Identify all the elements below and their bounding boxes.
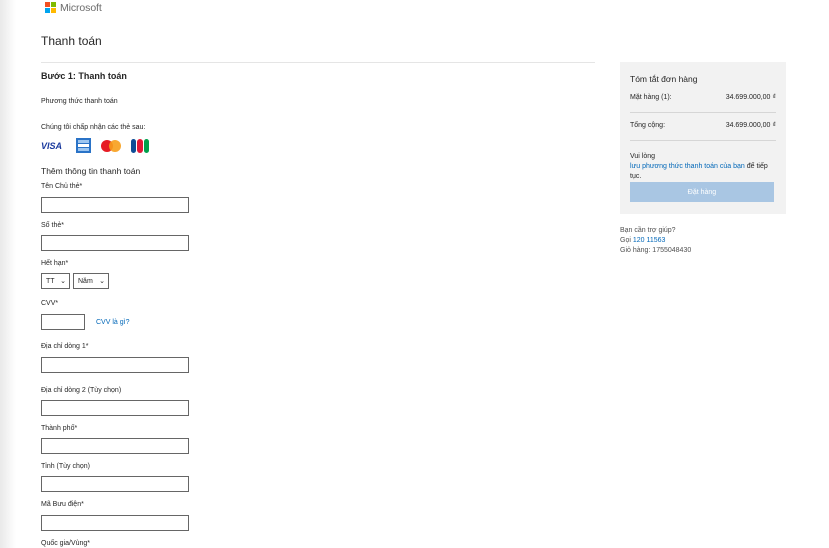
logo-text: Microsoft <box>60 2 102 14</box>
place-order-button[interactable]: Đặt hàng <box>630 182 774 202</box>
add-payment-info-heading: Thêm thông tin thanh toán <box>41 166 141 176</box>
postal-code-input[interactable] <box>41 515 189 531</box>
visa-icon: VISA <box>41 140 63 151</box>
payment-method-label: Phương thức thanh toán <box>41 98 118 105</box>
cart-id: Giỏ hàng: 1755048430 <box>620 247 692 254</box>
city-input[interactable] <box>41 438 189 454</box>
card-number-label: Số thẻ* <box>41 222 64 229</box>
expiry-year-value: Năm <box>78 277 93 285</box>
cardholder-label: Tên Chủ thẻ* <box>41 183 83 190</box>
microsoft-logo-icon <box>45 2 57 14</box>
mastercard-icon <box>100 139 122 153</box>
cardholder-input[interactable] <box>41 197 189 213</box>
expiry-month-value: TT <box>46 277 55 285</box>
address2-label: Địa chỉ dòng 2 (Tùy chọn) <box>41 387 122 394</box>
province-input[interactable] <box>41 476 189 492</box>
help-section: Bạn cần trợ giúp? Gọi 120 11563 Giỏ hàng… <box>620 226 691 256</box>
amex-icon <box>76 138 91 153</box>
address1-input[interactable] <box>41 357 189 373</box>
cvv-label: CVV* <box>41 300 59 307</box>
address2-input[interactable] <box>41 400 189 416</box>
accepted-cards: VISA <box>41 138 149 153</box>
save-payment-note: Vui lòng lưu phương thức thanh toán của … <box>630 152 776 182</box>
expiry-label: Hết hạn* <box>41 260 69 267</box>
chevron-down-icon: ⌄ <box>99 278 105 285</box>
help-question: Bạn cần trợ giúp? <box>620 227 676 234</box>
expiry-year-select[interactable]: Năm ⌄ <box>73 273 109 289</box>
microsoft-logo[interactable]: Microsoft <box>45 2 102 14</box>
total-value: 34.699.000,00 ₫ <box>725 122 776 129</box>
expiry-month-select[interactable]: TT ⌄ <box>41 273 70 289</box>
help-call-line: Gọi 120 11563 <box>620 236 691 246</box>
left-edge-shade <box>0 0 16 548</box>
province-label: Tỉnh (Tùy chọn) <box>41 463 91 470</box>
accepted-cards-text: Chúng tôi chấp nhận các thẻ sau: <box>41 124 146 131</box>
cvv-input[interactable] <box>41 314 85 330</box>
address1-label: Địa chỉ dòng 1* <box>41 343 89 350</box>
postal-code-label: Mã Bưu điện* <box>41 501 84 508</box>
order-summary-panel: Tóm tắt đơn hàng Mặt hàng (1): 34.699.00… <box>620 62 786 214</box>
items-row: Mặt hàng (1): 34.699.000,00 ₫ <box>630 94 776 101</box>
note-prefix: Vui lòng <box>630 153 656 160</box>
cvv-help-link[interactable]: CVV là gì? <box>96 319 129 326</box>
page-title: Thanh toán <box>41 34 102 48</box>
items-label: Mặt hàng (1): <box>630 94 672 101</box>
items-value: 34.699.000,00 ₫ <box>725 94 776 101</box>
order-summary-title: Tóm tắt đơn hàng <box>630 74 698 84</box>
step-title: Bước 1: Thanh toán <box>41 71 127 81</box>
save-payment-link[interactable]: lưu phương thức thanh toán của bạn <box>630 163 745 170</box>
city-label: Thành phố* <box>41 425 78 432</box>
country-label: Quốc gia/Vùng* <box>41 540 91 547</box>
total-label: Tổng cộng: <box>630 122 666 129</box>
chevron-down-icon: ⌄ <box>60 278 66 285</box>
jcb-icon <box>131 138 149 153</box>
total-row: Tổng cộng: 34.699.000,00 ₫ <box>630 122 776 129</box>
summary-divider <box>630 140 776 141</box>
divider <box>41 62 595 63</box>
summary-divider <box>630 112 776 113</box>
phone-link[interactable]: 120 11563 <box>633 237 666 244</box>
call-label: Gọi <box>620 237 631 244</box>
card-number-input[interactable] <box>41 235 189 251</box>
